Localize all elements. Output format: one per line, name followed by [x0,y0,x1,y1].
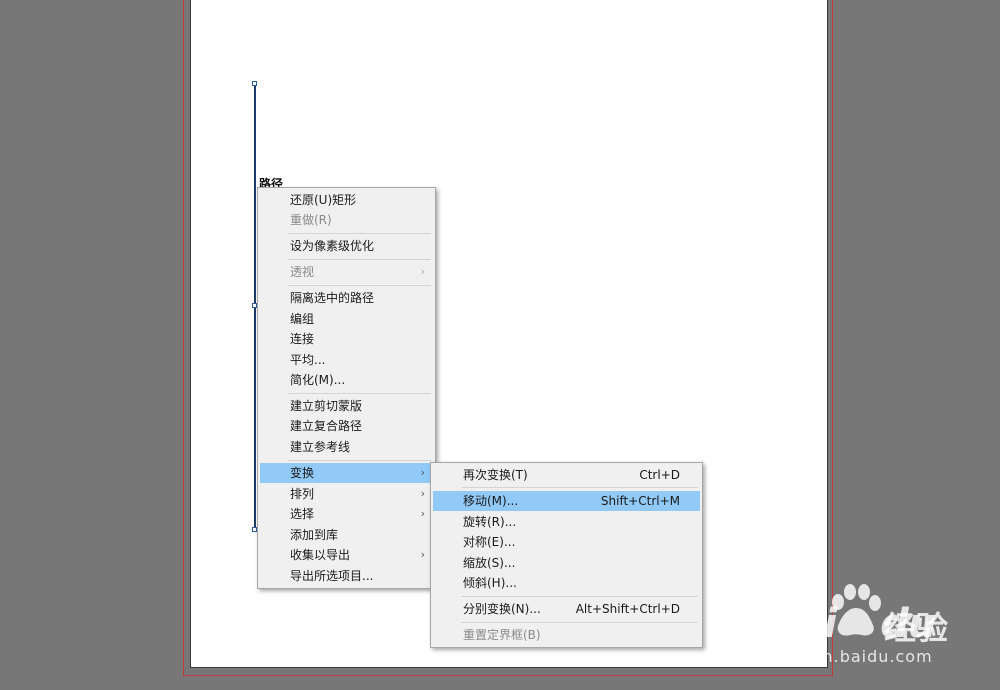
submenu-item-shear[interactable]: 倾斜(H)... [433,573,700,593]
menu-separator [288,285,431,286]
menu-separator [288,460,431,461]
menu-item-label: 对称(E)... [463,535,516,549]
menu-item-label: 收集以导出 [290,548,351,562]
menu-item-label: 建立剪切蒙版 [290,399,363,413]
menu-item-arrange[interactable]: 排列 › [260,484,433,504]
anchor-point-top[interactable] [252,81,257,86]
menu-item-simplify[interactable]: 简化(M)... [260,370,433,390]
menu-item-label: 还原(U)矩形 [290,193,357,207]
menu-item-label: 分别变换(N)... [463,602,541,616]
menu-separator [461,596,698,597]
watermark-url: jingyan.baidu.com [768,647,933,666]
menu-item-label: 变换 [290,466,315,480]
menu-item-label: 重做(R) [290,213,332,227]
menu-item-label: 排列 [290,487,315,501]
menu-item-label: 设为像素级优化 [290,239,375,253]
submenu-item-transform-again[interactable]: 再次变换(T) Ctrl+D [433,465,700,485]
menu-item-label: 连接 [290,332,315,346]
menu-item-group[interactable]: 编组 [260,309,433,329]
menu-separator [461,487,698,488]
menu-item-label: 添加到库 [290,528,339,542]
chevron-right-icon: › [420,487,425,500]
chevron-right-icon: › [420,507,425,520]
menu-item-add-to-library[interactable]: 添加到库 [260,525,433,545]
watermark-bai: Bai [768,601,837,647]
menu-item-shortcut: Alt+Shift+Ctrl+D [575,602,680,616]
menu-item-label: 移动(M)... [463,494,519,508]
menu-item-collect-for-export[interactable]: 收集以导出 › [260,545,433,565]
menu-item-label: 倾斜(H)... [463,576,517,590]
menu-separator [288,393,431,394]
menu-separator [288,233,431,234]
menu-item-label: 透视 [290,265,315,279]
menu-item-label: 隔离选中的路径 [290,291,375,305]
menu-item-make-clipping-mask[interactable]: 建立剪切蒙版 [260,396,433,416]
menu-item-label: 缩放(S)... [463,556,516,570]
menu-item-average[interactable]: 平均... [260,350,433,370]
menu-item-label: 再次变换(T) [463,468,528,482]
menu-item-label: 选择 [290,507,315,521]
submenu-item-transform-each[interactable]: 分别变换(N)... Alt+Shift+Ctrl+D [433,599,700,619]
menu-item-join[interactable]: 连接 [260,329,433,349]
menu-item-make-guides[interactable]: 建立参考线 [260,437,433,457]
menu-separator [461,622,698,623]
menu-item-label: 简化(M)... [290,373,346,387]
menu-item-label: 建立参考线 [290,440,351,454]
transform-submenu: 再次变换(T) Ctrl+D 移动(M)... Shift+Ctrl+M 旋转(R)… [430,462,703,648]
chevron-right-icon: › [420,548,425,561]
menu-item-transform[interactable]: 变换 › [260,463,433,483]
menu-item-make-compound-path[interactable]: 建立复合路径 [260,416,433,436]
menu-item-undo-rectangle[interactable]: 还原(U)矩形 [260,190,433,210]
menu-item-isolate-path[interactable]: 隔离选中的路径 [260,288,433,308]
submenu-item-rotate[interactable]: 旋转(R)... [433,512,700,532]
menu-separator [288,259,431,260]
submenu-item-reset-bounding-box[interactable]: 重置定界框(B) [433,625,700,645]
menu-item-label: 重置定界框(B) [463,628,541,642]
context-menu: 还原(U)矩形 重做(R) 设为像素级优化 透视 › 隔离选中的路径 编组 连接 … [257,187,436,589]
watermark-brand-cn: 经验 [884,609,949,647]
menu-item-redo[interactable]: 重做(R) [260,210,433,230]
menu-item-select[interactable]: 选择 › [260,504,433,524]
menu-item-perspective[interactable]: 透视 › [260,262,433,282]
chevron-right-icon: › [420,265,425,278]
menu-item-label: 建立复合路径 [290,419,363,433]
menu-item-label: 平均... [290,353,326,367]
chevron-right-icon: › [420,466,425,479]
menu-item-label: 导出所选项目... [290,569,374,583]
submenu-item-scale[interactable]: 缩放(S)... [433,553,700,573]
menu-item-export-selection[interactable]: 导出所选项目... [260,566,433,586]
submenu-item-move[interactable]: 移动(M)... Shift+Ctrl+M [433,491,700,511]
menu-item-shortcut: Shift+Ctrl+M [600,494,680,508]
menu-item-label: 编组 [290,312,315,326]
submenu-item-reflect[interactable]: 对称(E)... [433,532,700,552]
menu-item-pixel-perfect[interactable]: 设为像素级优化 [260,236,433,256]
menu-item-shortcut: Ctrl+D [639,468,680,482]
menu-item-label: 旋转(R)... [463,515,517,529]
